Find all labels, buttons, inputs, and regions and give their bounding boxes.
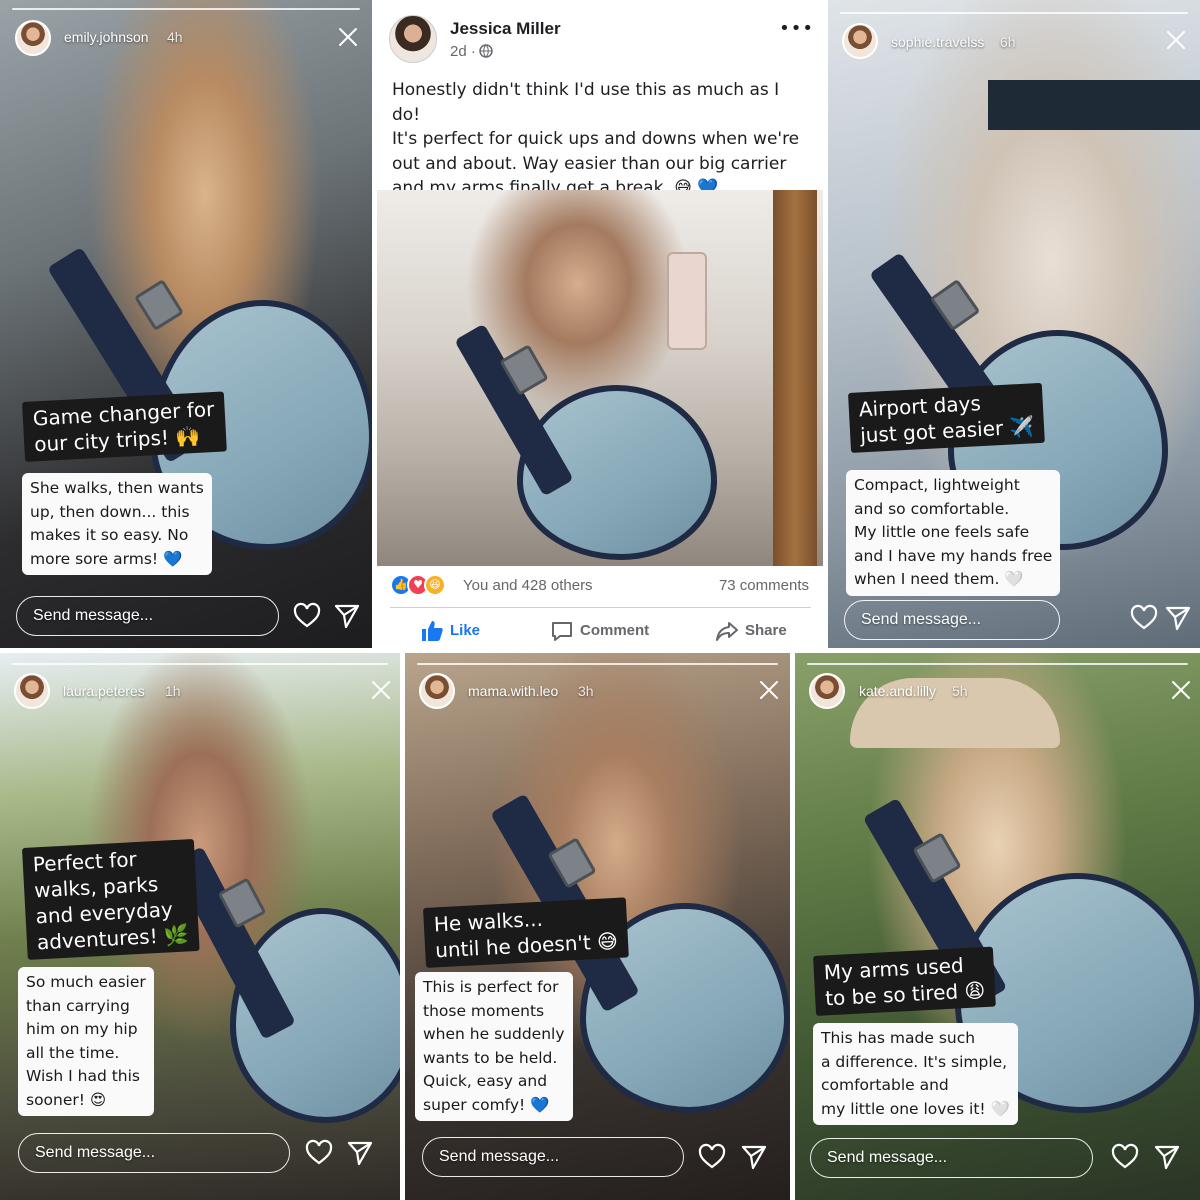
like-icon: [422, 621, 443, 641]
send-icon[interactable]: [346, 1139, 374, 1167]
post-time: 2d ·: [450, 43, 476, 60]
divider: [390, 607, 811, 608]
story-note: She walks, then wants up, then down... t…: [22, 473, 212, 575]
story-note: Compact, lightweight and so comfortable.…: [846, 470, 1061, 596]
comment-button[interactable]: Comment: [550, 619, 649, 643]
story-note: So much easier than carrying him on my h…: [18, 967, 154, 1116]
send-message-input[interactable]: Send message...: [810, 1138, 1093, 1178]
story-leo: mama.with.leo 3h He walks... until he do…: [405, 653, 790, 1200]
like-label: Like: [450, 622, 481, 639]
door-frame: [773, 190, 817, 566]
reactions-count[interactable]: You and 428 others: [463, 577, 593, 594]
send-icon[interactable]: [1153, 1143, 1181, 1171]
heart-icon[interactable]: [293, 602, 321, 630]
story-progress: [840, 12, 1188, 14]
share-button[interactable]: Share: [715, 619, 787, 643]
story-kate: kate.and.lilly 5h My arms used to be so …: [795, 653, 1200, 1200]
story-caption: He walks... until he doesn't 😅: [423, 897, 629, 968]
story-note: This is perfect for those moments when h…: [415, 972, 573, 1121]
story-progress: [807, 663, 1188, 665]
comments-count[interactable]: 73 comments: [719, 577, 809, 594]
story-time: 1h: [165, 683, 181, 699]
story-progress: [417, 663, 778, 665]
comment-label: Comment: [580, 622, 650, 639]
reaction-icons[interactable]: 👍 ♥ 😆: [390, 574, 460, 596]
story-progress: [12, 663, 388, 665]
story-caption: My arms used to be so tired 😩: [813, 946, 997, 1016]
send-message-input[interactable]: Send message...: [844, 600, 1060, 640]
avatar[interactable]: [809, 673, 845, 709]
story-time: 4h: [167, 29, 183, 45]
story-username[interactable]: sophie.travelss: [891, 34, 984, 50]
airport-sign: [988, 80, 1200, 130]
story-username[interactable]: emily.johnson: [64, 29, 149, 45]
story-caption: Game changer for our city trips! 🙌: [22, 391, 227, 462]
story-note: This has made such a difference. It's si…: [813, 1023, 1018, 1125]
send-message-input[interactable]: Send message...: [18, 1133, 290, 1173]
close-icon[interactable]: [1170, 679, 1192, 701]
heart-icon[interactable]: [1130, 604, 1158, 632]
facebook-post: Jessica Miller 2d · ••• Honestly didn't …: [373, 0, 828, 648]
close-icon[interactable]: [337, 26, 359, 48]
story-username[interactable]: laura.peteres: [63, 683, 145, 699]
story-time: 6h: [1000, 34, 1016, 50]
close-icon[interactable]: [758, 679, 780, 701]
phone: [667, 252, 707, 350]
avatar[interactable]: [419, 673, 455, 709]
story-sophie: sophie.travelss 6h Airport days just got…: [828, 0, 1200, 648]
heart-icon[interactable]: [1111, 1143, 1139, 1171]
story-username[interactable]: kate.and.lilly: [859, 683, 936, 699]
story-username[interactable]: mama.with.leo: [468, 683, 558, 699]
share-label: Share: [745, 622, 787, 639]
story-time: 3h: [578, 683, 594, 699]
avatar[interactable]: [842, 23, 878, 59]
globe-icon: [479, 44, 493, 58]
story-emily: emily.johnson 4h Game changer for our ci…: [0, 0, 372, 648]
close-icon[interactable]: [370, 679, 392, 701]
send-message-input[interactable]: Send message...: [16, 596, 279, 636]
post-author[interactable]: Jessica Miller: [450, 19, 561, 39]
more-options-button[interactable]: •••: [779, 18, 814, 39]
send-icon[interactable]: [1164, 604, 1192, 632]
post-text: Honestly didn't think I'd use this as mu…: [392, 80, 800, 198]
story-caption: Airport days just got easier ✈️: [848, 382, 1046, 453]
send-icon[interactable]: [740, 1143, 768, 1171]
avatar[interactable]: [14, 673, 50, 709]
send-message-input[interactable]: Send message...: [422, 1137, 684, 1177]
heart-icon[interactable]: [698, 1143, 726, 1171]
story-time: 5h: [952, 683, 968, 699]
story-progress: [12, 8, 360, 10]
like-button[interactable]: Like: [420, 619, 480, 643]
close-icon[interactable]: [1165, 29, 1187, 51]
share-icon: [716, 622, 738, 641]
story-laura: laura.peteres 1h Perfect for walks, park…: [0, 653, 400, 1200]
post-photo[interactable]: [377, 190, 823, 566]
avatar[interactable]: [389, 15, 437, 63]
comment-icon: [552, 622, 572, 641]
story-caption: Perfect for walks, parks and everyday ad…: [22, 838, 200, 960]
heart-icon[interactable]: [305, 1139, 333, 1167]
avatar[interactable]: [15, 20, 51, 56]
haha-reaction-icon: 😆: [424, 574, 446, 596]
send-icon[interactable]: [333, 602, 361, 630]
